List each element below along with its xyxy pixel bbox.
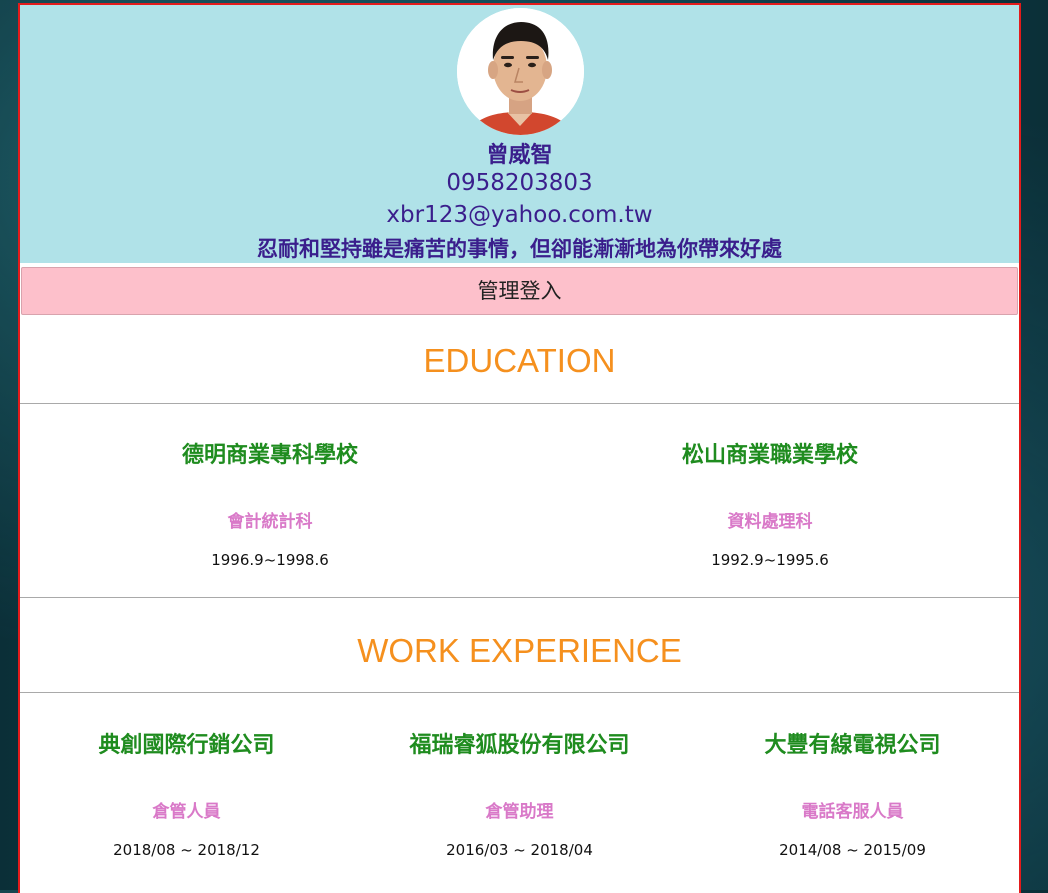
profile-phone: 0958203803 xyxy=(446,170,593,196)
job-position: 倉管助理 xyxy=(485,802,554,822)
department: 會計統計科 xyxy=(227,512,313,532)
school-name: 松山商業職業學校 xyxy=(681,443,858,468)
company-name: 福瑞睿狐股份有限公司 xyxy=(409,733,630,758)
resume-page: 曾威智 0958203803 xbr123@yahoo.com.tw 忍耐和堅持… xyxy=(18,3,1021,893)
work-period: 2016/03 ~ 2018/04 xyxy=(446,841,593,859)
admin-login-button[interactable]: 管理登入 xyxy=(21,267,1018,315)
profile-header: 曾威智 0958203803 xbr123@yahoo.com.tw 忍耐和堅持… xyxy=(20,5,1019,263)
work-item: 大豐有線電視公司 電話客服人員 2014/08 ~ 2015/09 xyxy=(686,715,1019,885)
work-divider xyxy=(20,692,1019,693)
profile-photo xyxy=(457,8,584,135)
department: 資料處理科 xyxy=(727,512,813,532)
job-position: 倉管人員 xyxy=(152,802,221,822)
education-item: 德明商業專科學校 會計統計科 1996.9~1998.6 xyxy=(20,425,520,595)
school-name: 德明商業專科學校 xyxy=(181,443,358,468)
job-position: 電話客服人員 xyxy=(801,802,904,822)
profile-email: xbr123@yahoo.com.tw xyxy=(386,202,653,228)
education-item: 松山商業職業學校 資料處理科 1992.9~1995.6 xyxy=(520,425,1019,595)
education-title: EDUCATION xyxy=(423,342,616,379)
company-name: 大豐有線電視公司 xyxy=(764,733,941,758)
work-period: 2014/08 ~ 2015/09 xyxy=(779,841,926,859)
section-divider xyxy=(20,597,1019,598)
company-name: 典創國際行銷公司 xyxy=(98,733,275,758)
work-item: 典創國際行銷公司 倉管人員 2018/08 ~ 2018/12 xyxy=(20,715,353,885)
work-item: 福瑞睿狐股份有限公司 倉管助理 2016/03 ~ 2018/04 xyxy=(353,715,686,885)
study-period: 1992.9~1995.6 xyxy=(711,551,829,569)
work-period: 2018/08 ~ 2018/12 xyxy=(113,841,260,859)
profile-name: 曾威智 xyxy=(486,143,553,168)
work-title: WORK EXPERIENCE xyxy=(357,632,682,669)
study-period: 1996.9~1998.6 xyxy=(211,551,329,569)
profile-motto: 忍耐和堅持雖是痛苦的事情，但卻能漸漸地為你帶來好處 xyxy=(257,237,782,261)
education-divider xyxy=(20,403,1019,404)
